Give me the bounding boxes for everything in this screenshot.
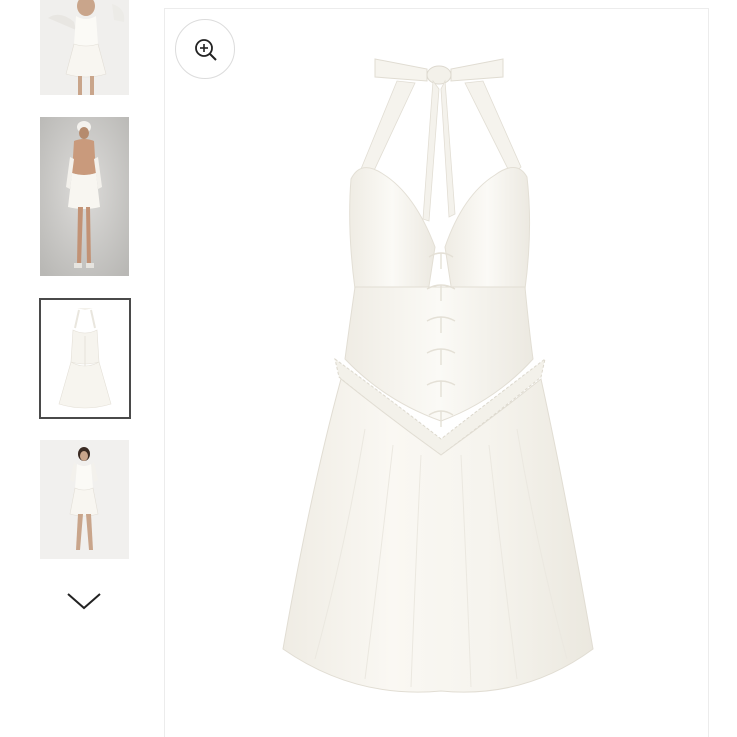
model-back-photo-icon [40, 117, 129, 276]
thumbnail-dress-flat-selected[interactable] [39, 298, 131, 419]
chevron-down-icon [67, 593, 101, 610]
white-halter-dress-photo-icon [282, 58, 594, 693]
thumbnail-model-full[interactable] [40, 440, 129, 559]
model-full-photo-icon [40, 440, 129, 559]
zoom-button[interactable] [175, 19, 235, 79]
product-gallery [0, 0, 737, 737]
main-product-image[interactable] [164, 8, 709, 737]
thumbnail-model-back[interactable] [40, 117, 129, 276]
model-front-photo-icon [40, 0, 129, 95]
thumbnail-model-front[interactable] [40, 0, 129, 95]
zoom-in-icon [195, 39, 217, 61]
thumbnails-scroll-down-button[interactable] [64, 588, 104, 614]
dress-flat-photo-icon [41, 300, 129, 417]
